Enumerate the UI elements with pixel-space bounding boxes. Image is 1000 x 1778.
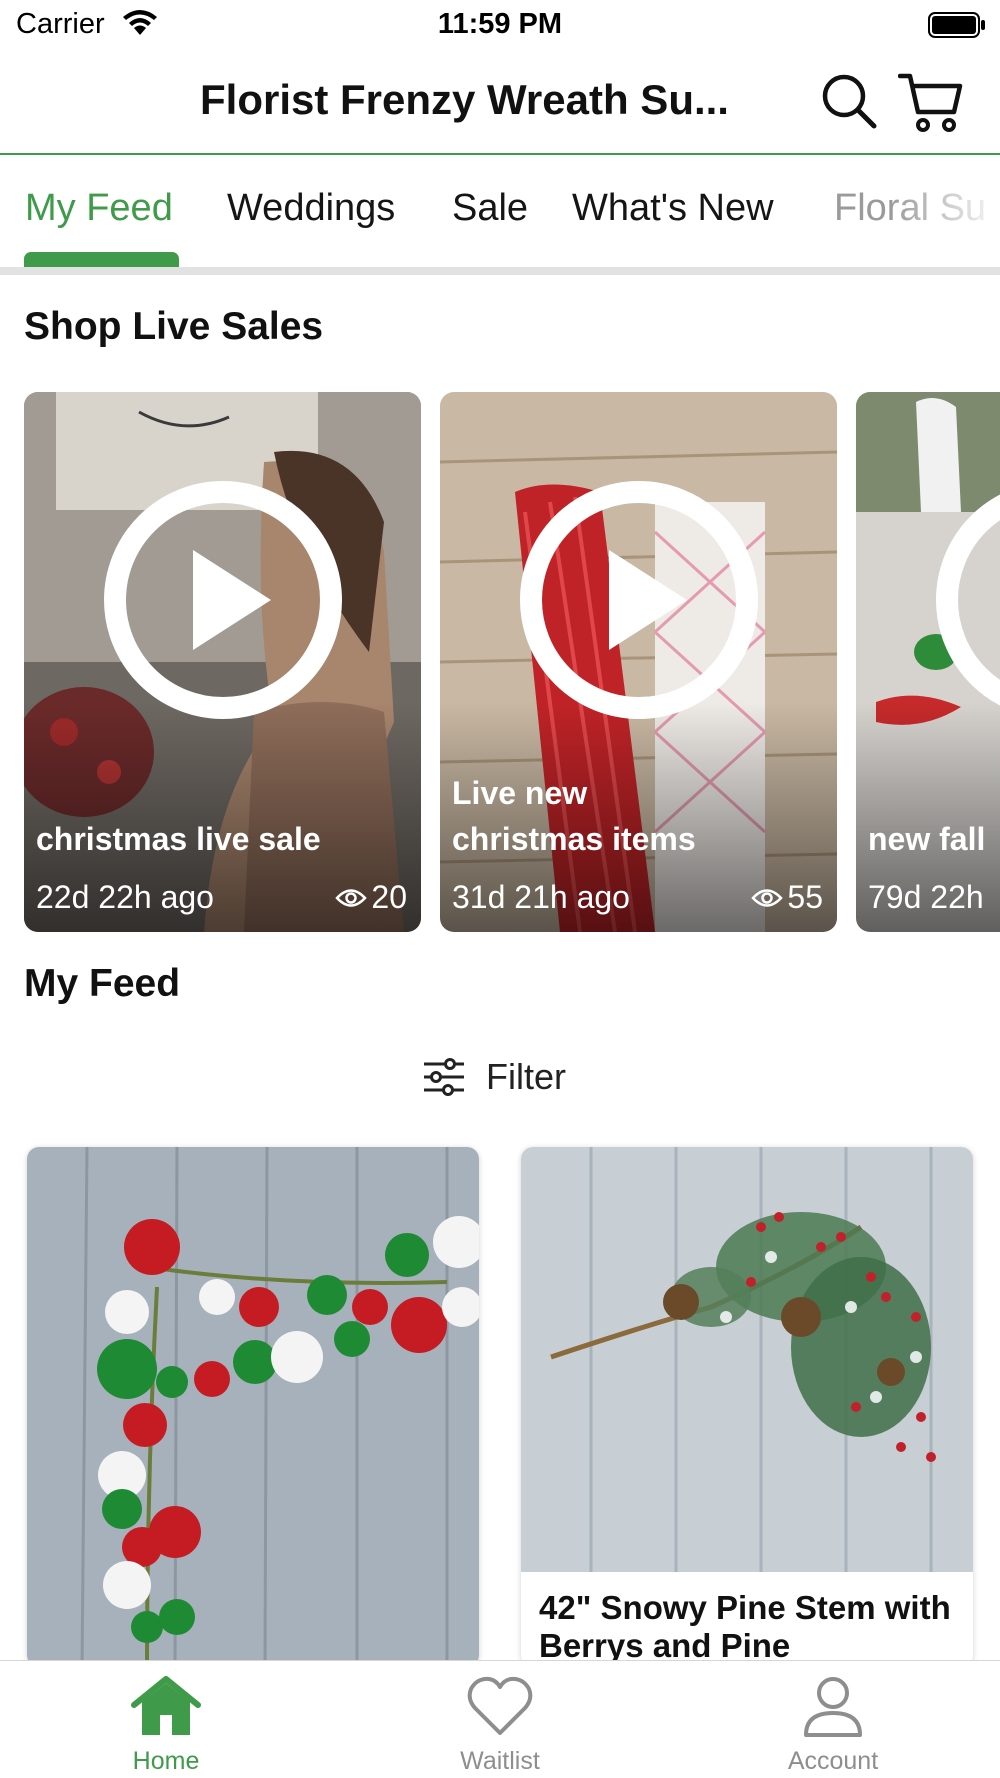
category-tabs: My Feed Weddings Sale What's New Floral … — [0, 157, 1000, 275]
tab-weddings[interactable]: Weddings — [227, 187, 395, 230]
live-sale-age: 79d 22h — [868, 879, 984, 915]
live-sale-card[interactable]: Live new christmas items 31d 21h ago 55 — [440, 392, 837, 932]
battery-icon — [928, 12, 985, 38]
live-sale-title: Live new christmas items — [452, 775, 696, 857]
live-sale-card[interactable]: christmas live sale 22d 22h ago 20 — [24, 392, 421, 932]
nav-waitlist-label: Waitlist — [460, 1747, 540, 1775]
product-image — [27, 1147, 479, 1667]
product-card[interactable] — [27, 1147, 479, 1667]
tab-whats-new[interactable]: What's New — [572, 187, 774, 230]
live-sale-views: 55 — [751, 879, 823, 916]
person-icon — [804, 1677, 862, 1737]
product-card[interactable]: 42" Snowy Pine Stem with Berrys and Pine — [521, 1147, 973, 1667]
product-image — [521, 1147, 973, 1572]
nav-home[interactable]: Home — [76, 1675, 256, 1776]
live-sale-age: 31d 21h ago — [452, 879, 630, 915]
live-sales-heading: Shop Live Sales — [24, 305, 324, 348]
view-count: 20 — [371, 879, 407, 915]
bottom-navigation: Home Waitlist Account — [0, 1660, 1000, 1778]
live-sale-age: 22d 22h ago — [36, 879, 214, 915]
view-count: 55 — [787, 879, 823, 915]
tab-my-feed[interactable]: My Feed — [25, 187, 173, 230]
live-sale-views: 20 — [335, 879, 407, 916]
product-name: 42" Snowy Pine Stem with Berrys and Pine — [539, 1589, 951, 1664]
clock-label: 11:59 PM — [437, 8, 563, 40]
play-icon[interactable] — [933, 478, 1000, 722]
sliders-icon — [424, 1058, 464, 1096]
filter-label: Filter — [486, 1056, 566, 1097]
home-icon — [131, 1676, 201, 1735]
nav-home-label: Home — [132, 1747, 200, 1775]
eye-icon — [751, 888, 784, 907]
nav-account[interactable]: Account — [743, 1675, 923, 1776]
cart-icon[interactable] — [898, 70, 964, 134]
my-feed-heading: My Feed — [24, 962, 181, 1005]
live-sales-carousel[interactable]: christmas live sale 22d 22h ago 20 Live … — [0, 392, 1000, 932]
heart-icon — [467, 1676, 533, 1735]
live-sale-card[interactable]: new fall 79d 22h — [856, 392, 1000, 932]
app-header: Florist Frenzy Wreath Su... — [0, 50, 1000, 155]
live-sale-title: christmas live sale — [36, 821, 321, 857]
play-icon[interactable] — [101, 478, 345, 722]
eye-icon — [335, 888, 368, 907]
play-icon[interactable] — [517, 478, 761, 722]
active-tab-indicator — [24, 252, 179, 267]
status-bar: Carrier 11:59 PM — [0, 0, 1000, 50]
search-icon[interactable] — [820, 72, 878, 130]
tab-sale[interactable]: Sale — [452, 187, 528, 230]
tabs-fade — [890, 157, 1000, 267]
store-title: Florist Frenzy Wreath Su... — [200, 76, 729, 123]
nav-waitlist[interactable]: Waitlist — [410, 1675, 590, 1776]
live-sale-title: new fall — [868, 821, 986, 857]
filter-button[interactable]: Filter — [422, 1052, 566, 1102]
nav-account-label: Account — [787, 1747, 879, 1775]
